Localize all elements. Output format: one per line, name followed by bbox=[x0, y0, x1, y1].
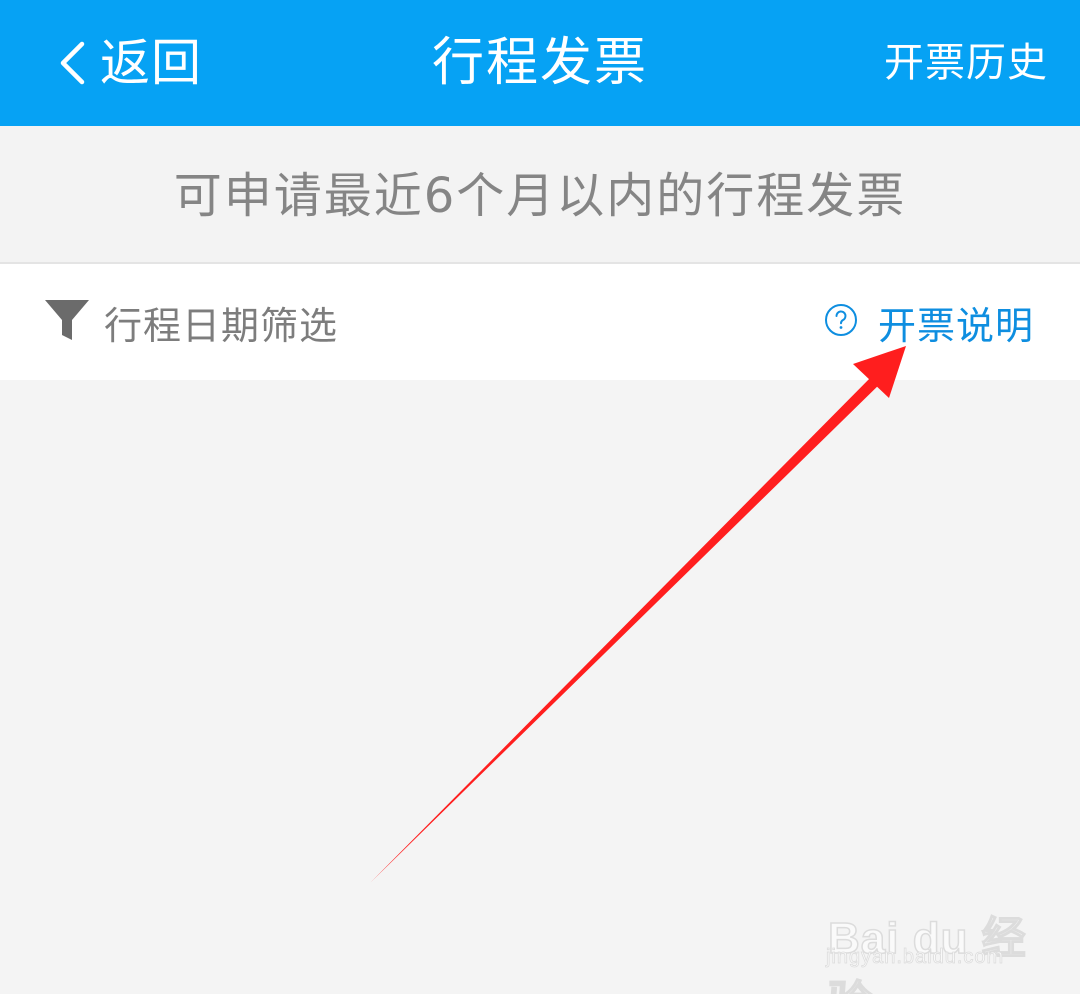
invoice-instructions-label: 开票说明 bbox=[877, 303, 1034, 348]
filter-icon bbox=[44, 297, 90, 347]
notice-banner: 可申请最近6个月以内的行程发票 bbox=[0, 126, 1080, 264]
date-filter-button[interactable]: 行程日期筛选 bbox=[44, 264, 338, 380]
date-filter-label: 行程日期筛选 bbox=[104, 303, 339, 348]
question-circle-icon bbox=[824, 303, 858, 341]
watermark-url: jingyan.baidu.com bbox=[826, 946, 1005, 969]
filter-bar: 行程日期筛选 开票说明 bbox=[0, 264, 1080, 380]
invoice-page: 返回 行程发票 开票历史 可申请最近6个月以内的行程发票 行程日期筛选 开票说明… bbox=[0, 0, 1080, 994]
invoice-history-button[interactable]: 开票历史 bbox=[884, 30, 1048, 96]
top-nav-bar: 返回 行程发票 开票历史 bbox=[0, 0, 1080, 126]
invoice-instructions-link[interactable]: 开票说明 bbox=[824, 264, 1034, 380]
notice-text: 可申请最近6个月以内的行程发票 bbox=[173, 168, 907, 224]
baidu-watermark: Bai du 经验 jingyan.baidu.com bbox=[820, 880, 1040, 994]
